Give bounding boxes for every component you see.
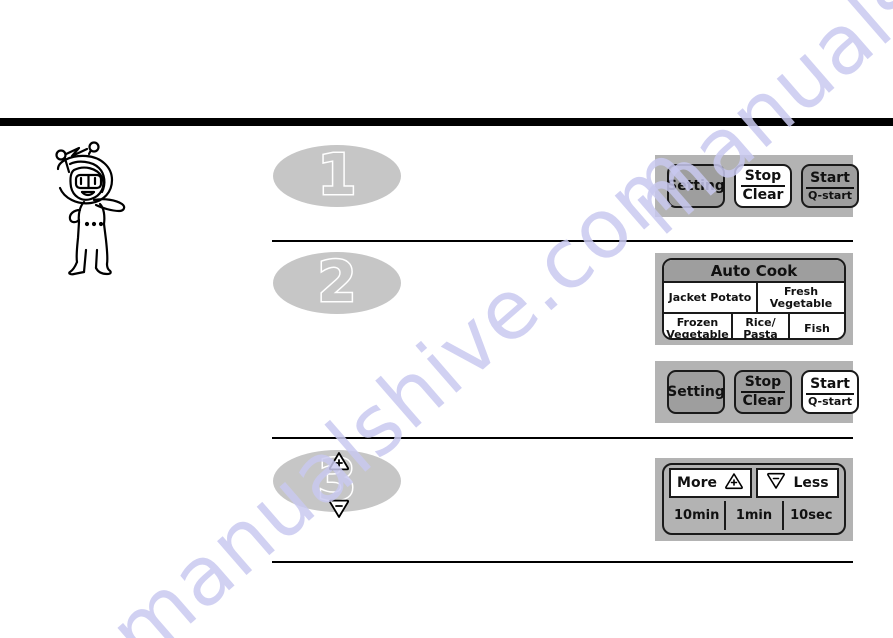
qstart-label: Q-start [807, 394, 853, 408]
control-panel-auto-cook: Auto Cook Jacket Potato Fresh Vegetable … [655, 253, 853, 345]
triangle-minus-icon [328, 499, 350, 519]
triangle-plus-icon [724, 472, 744, 494]
more-less-row: More Less [664, 465, 844, 498]
jacket-potato-label: Jacket Potato [668, 290, 752, 304]
less-button[interactable]: Less [756, 468, 839, 498]
fresh-vegetable-line2: Vegetable [769, 296, 833, 310]
setting-button[interactable]: Setting [667, 164, 725, 208]
more-label: More [677, 475, 717, 491]
setting-button-label: Setting [667, 177, 725, 194]
more-less-frame: More Less 10min 1min 10sec [662, 463, 846, 535]
control-panel-setting-step2: Setting Stop Clear Start Q-start [655, 361, 859, 423]
section-divider-2 [272, 437, 853, 439]
start-label: Start [806, 171, 854, 189]
triangle-plus-icon [328, 451, 350, 471]
more-button[interactable]: More [669, 468, 752, 498]
setting-button-label: Setting [667, 383, 725, 400]
step-badge-2: 2 [273, 252, 401, 314]
stop-clear-button[interactable]: Stop Clear [734, 164, 792, 208]
time-key-1min[interactable]: 1min [724, 501, 781, 530]
stop-clear-button[interactable]: Stop Clear [734, 370, 792, 414]
setting-button[interactable]: Setting [667, 370, 725, 414]
control-panel-setting-step1: Setting Stop Clear Start Q-start [655, 155, 859, 217]
time-key-10sec-label: 10sec [790, 508, 833, 523]
start-qstart-button[interactable]: Start Q-start [801, 370, 859, 414]
time-key-10min[interactable]: 10min [669, 501, 724, 530]
clear-label: Clear [742, 393, 784, 409]
auto-cook-frame: Auto Cook Jacket Potato Fresh Vegetable … [662, 258, 846, 340]
frozen-vegetable-line2: Vegetable [666, 327, 729, 340]
start-label: Start [806, 377, 854, 395]
key-row: Setting Stop Clear Start Q-start [667, 370, 859, 414]
section-divider-3 [272, 561, 853, 563]
mascot-character-icon [34, 138, 154, 278]
stop-label: Stop [740, 169, 786, 187]
qstart-label: Q-start [807, 188, 853, 202]
step-number-2: 2 [316, 250, 358, 315]
time-key-10sec[interactable]: 10sec [781, 501, 839, 530]
fresh-vegetable-label: Fresh Vegetable [770, 286, 833, 308]
fish-label: Fish [804, 321, 830, 335]
stop-label: Stop [740, 375, 786, 393]
control-panel-more-less: More Less 10min 1min 10sec [655, 458, 853, 541]
fresh-vegetable-button[interactable]: Fresh Vegetable [756, 283, 844, 312]
start-qstart-button[interactable]: Start Q-start [801, 164, 859, 208]
auto-cook-row-2: Frozen Vegetable Rice/ Pasta Fish [664, 314, 844, 340]
less-label: Less [793, 475, 829, 491]
auto-cook-title: Auto Cook [664, 260, 844, 283]
jacket-potato-button[interactable]: Jacket Potato [664, 283, 756, 312]
header-rule [0, 118, 893, 126]
section-divider-1 [272, 240, 853, 242]
time-key-10min-label: 10min [673, 508, 720, 523]
auto-cook-row-1: Jacket Potato Fresh Vegetable [664, 283, 844, 314]
step-number-1: 1 [316, 143, 358, 208]
fish-button[interactable]: Fish [788, 314, 844, 338]
rice-pasta-line2: Pasta [743, 327, 778, 340]
triangle-minus-icon [766, 472, 786, 494]
frozen-vegetable-button[interactable]: Frozen Vegetable [664, 314, 731, 340]
time-key-row: 10min 1min 10sec [664, 498, 844, 530]
frozen-vegetable-label: Frozen Vegetable [666, 317, 729, 340]
key-row: Setting Stop Clear Start Q-start [667, 164, 859, 208]
rice-pasta-button[interactable]: Rice/ Pasta [731, 314, 788, 340]
rice-pasta-label: Rice/ Pasta [743, 317, 778, 340]
clear-label: Clear [742, 187, 784, 203]
manual-page: 1 2 3 Setting Stop Clear Start Q-start A… [0, 0, 893, 638]
time-key-1min-label: 1min [735, 508, 773, 523]
step-badge-1: 1 [273, 145, 401, 207]
